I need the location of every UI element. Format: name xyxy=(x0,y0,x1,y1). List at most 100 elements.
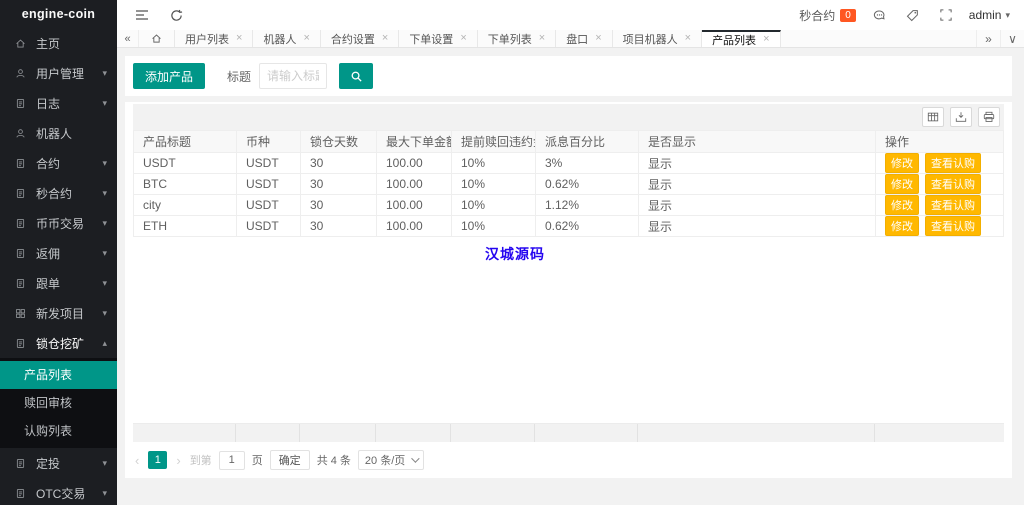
close-icon[interactable]: × xyxy=(460,33,466,44)
menu-fold-icon[interactable] xyxy=(131,4,153,26)
edit-button[interactable]: 修改 xyxy=(885,153,919,173)
col-penalty: 提前赎回违约金 xyxy=(451,130,536,153)
export-icon[interactable] xyxy=(950,107,972,127)
sidebar-item-label: 合约 xyxy=(36,156,61,171)
col-product-title: 产品标题 xyxy=(133,130,237,153)
sidebar-item-logs[interactable]: 日志 ▾ xyxy=(0,88,117,118)
col-lock-days: 锁仓天数 xyxy=(300,130,377,153)
close-icon[interactable]: × xyxy=(763,34,769,45)
fullscreen-icon[interactable] xyxy=(936,5,956,25)
sidebar-item-second-contract[interactable]: 秒合约 ▾ xyxy=(0,178,117,208)
page-unit-label: 页 xyxy=(251,455,263,467)
sidebar-item-redeem-review[interactable]: 赎回审核 xyxy=(0,389,117,417)
per-page-select[interactable]: 20 条/页 xyxy=(357,450,425,470)
grid-icon xyxy=(14,307,27,320)
tab-user-list[interactable]: 用户列表 × xyxy=(175,30,254,47)
admin-dropdown[interactable]: admin ▾ xyxy=(969,8,1014,22)
view-subscriptions-button[interactable]: 查看认购 xyxy=(925,195,981,215)
sidebar-item-robot[interactable]: 机器人 xyxy=(0,118,117,148)
edit-button[interactable]: 修改 xyxy=(885,195,919,215)
sidebar-item-lock-mining[interactable]: 锁仓挖矿 ▴ xyxy=(0,328,117,358)
tab-label: 下单设置 xyxy=(409,33,454,46)
sidebar-item-label: 新发项目 xyxy=(36,306,85,321)
close-icon[interactable]: × xyxy=(539,33,545,44)
close-icon[interactable]: × xyxy=(595,33,601,44)
col-max-amount: 最大下单金额 xyxy=(376,130,452,153)
close-icon[interactable]: × xyxy=(382,33,388,44)
document-icon xyxy=(14,187,27,200)
watermark-text: 汉城源码 xyxy=(485,246,545,262)
sidebar-item-copy-trade[interactable]: 跟单 ▾ xyxy=(0,268,117,298)
refresh-icon[interactable] xyxy=(165,4,187,26)
print-icon[interactable] xyxy=(978,107,1000,127)
tab-market[interactable]: 盘口 × xyxy=(556,30,613,47)
title-filter-input[interactable] xyxy=(259,63,328,89)
tab-label: 项目机器人 xyxy=(622,33,678,46)
close-icon[interactable]: × xyxy=(685,33,691,44)
per-page-value: 20 条/页 xyxy=(364,455,406,467)
chevron-up-icon: ▴ xyxy=(102,337,107,348)
second-contract-quick-link[interactable]: 秒合约 0 xyxy=(799,7,856,24)
sidebar-item-coin-trade[interactable]: 币币交易 ▾ xyxy=(0,208,117,238)
sidebar-item-label: OTC交易 xyxy=(36,486,86,501)
cell-actions: 修改 查看认购 xyxy=(875,194,1004,216)
view-subscriptions-button[interactable]: 查看认购 xyxy=(925,153,981,173)
confirm-page-button[interactable]: 确定 xyxy=(269,450,310,470)
tab-order-list[interactable]: 下单列表 × xyxy=(478,30,557,47)
prev-page-icon[interactable]: ‹ xyxy=(133,453,141,468)
chevron-down-icon: ▾ xyxy=(102,457,107,468)
edit-button[interactable]: 修改 xyxy=(885,174,919,194)
close-icon[interactable]: × xyxy=(303,33,309,44)
sidebar-item-new-projects[interactable]: 新发项目 ▾ xyxy=(0,298,117,328)
sidebar-item-otc-trade[interactable]: OTC交易 ▾ xyxy=(0,478,117,505)
tabs-scroll-right-icon[interactable]: » xyxy=(976,30,1000,47)
cell-penalty: 10% xyxy=(451,152,536,174)
notification-badge: 0 xyxy=(840,8,856,22)
edit-button[interactable]: 修改 xyxy=(885,216,919,236)
document-icon xyxy=(14,277,27,290)
tab-home[interactable] xyxy=(139,30,175,47)
next-page-icon[interactable]: › xyxy=(174,453,182,468)
tab-order-settings[interactable]: 下单设置 × xyxy=(399,30,478,47)
home-icon xyxy=(152,34,161,43)
search-button[interactable] xyxy=(339,63,374,89)
current-page-button[interactable]: 1 xyxy=(148,451,168,469)
sidebar-item-auto-invest[interactable]: 定投 ▾ xyxy=(0,448,117,478)
col-coin: 币种 xyxy=(236,130,301,153)
sidebar-item-user-management[interactable]: 用户管理 ▾ xyxy=(0,58,117,88)
sidebar-item-label: 锁仓挖矿 xyxy=(36,336,85,351)
view-subscriptions-button[interactable]: 查看认购 xyxy=(925,216,981,236)
tab-product-list[interactable]: 产品列表 × xyxy=(702,30,781,47)
tab-robot[interactable]: 机器人 × xyxy=(253,30,321,47)
view-subscriptions-button[interactable]: 查看认购 xyxy=(925,174,981,194)
add-product-button[interactable]: 添加产品 xyxy=(133,63,206,89)
message-icon[interactable] xyxy=(870,5,890,25)
sidebar-item-label: 跟单 xyxy=(36,276,61,291)
sidebar-item-home[interactable]: 主页 xyxy=(0,28,117,58)
cell-interest: 3% xyxy=(535,152,639,174)
content: 添加产品 标题 请输入标题 产品标题 币种 锁仓天数 最大下单金额 提前赎回违约… xyxy=(117,48,1024,505)
cell-title: BTC xyxy=(133,173,237,195)
table-empty-area xyxy=(133,237,1004,423)
user-icon xyxy=(14,127,27,140)
tab-project-robot[interactable]: 项目机器人 × xyxy=(613,30,703,47)
goto-page-input[interactable] xyxy=(218,450,245,470)
close-icon[interactable]: × xyxy=(236,33,242,44)
tag-icon[interactable] xyxy=(903,5,923,25)
cell-penalty: 10% xyxy=(451,215,536,237)
chevron-down-icon: ▾ xyxy=(102,487,107,498)
tab-contract-settings[interactable]: 合约设置 × xyxy=(321,30,400,47)
cell-days: 30 xyxy=(300,173,377,195)
tabs-scroll-left-icon[interactable]: « xyxy=(117,30,139,47)
tabs-menu-icon[interactable]: ∨ xyxy=(1000,30,1024,47)
sidebar-item-contract[interactable]: 合约 ▾ xyxy=(0,148,117,178)
sidebar-item-product-list[interactable]: 产品列表 xyxy=(0,361,117,389)
pagination: ‹ 1 › 到第 页 确定 共 4 条 20 条/页 xyxy=(133,442,1004,472)
cell-coin: USDT xyxy=(236,215,301,237)
sidebar-item-subscribe-list[interactable]: 认购列表 xyxy=(0,417,117,445)
document-icon xyxy=(14,157,27,170)
cell-penalty: 10% xyxy=(451,194,536,216)
document-icon xyxy=(14,247,27,260)
sidebar-item-rebate[interactable]: 返佣 ▾ xyxy=(0,238,117,268)
columns-filter-icon[interactable] xyxy=(922,107,944,127)
